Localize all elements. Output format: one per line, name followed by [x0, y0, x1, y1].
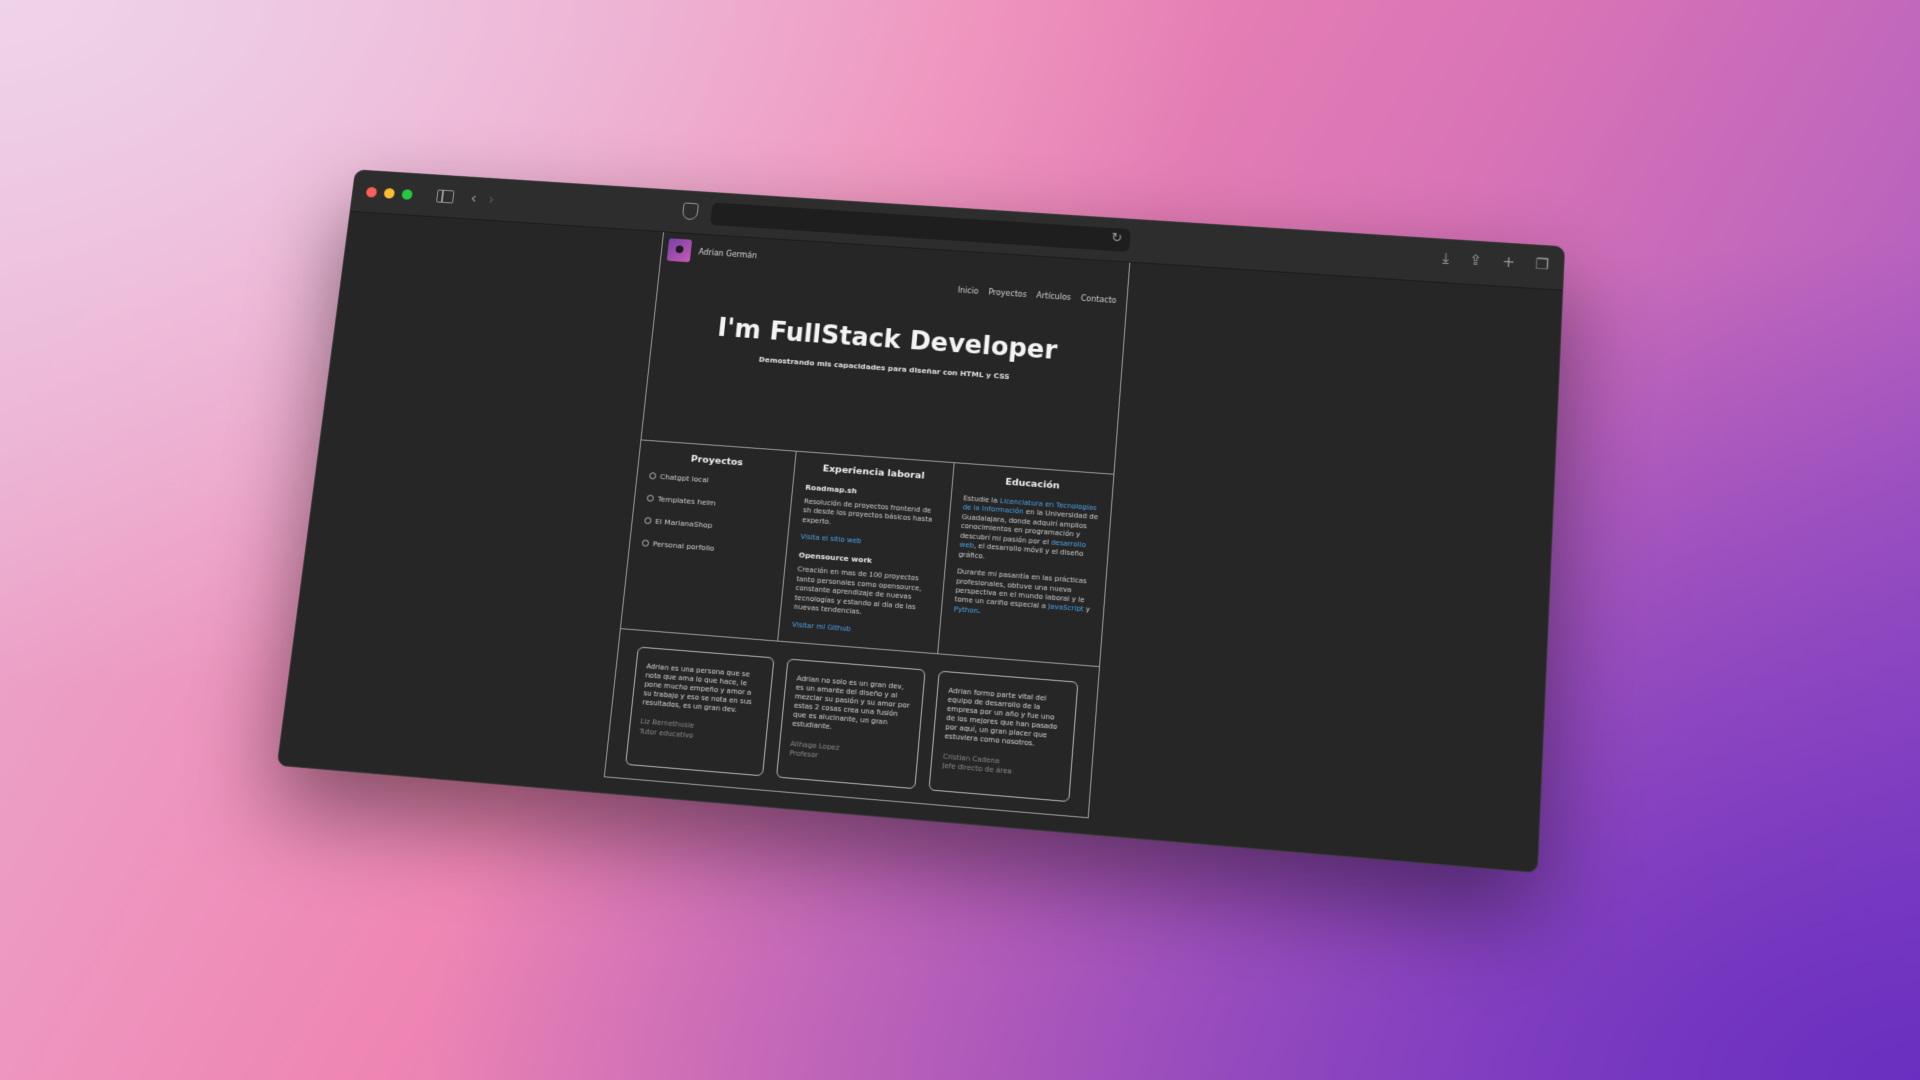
- download-icon[interactable]: ⤓: [1442, 251, 1449, 266]
- main-nav: Inicio Proyectos Artículos Contacto: [957, 286, 1116, 305]
- window-controls: [366, 186, 413, 199]
- projects-title: Proyectos: [651, 451, 783, 471]
- project-item[interactable]: Personal porfolio: [642, 538, 775, 557]
- new-tab-icon[interactable]: +: [1502, 255, 1515, 270]
- project-item[interactable]: Templates helm: [646, 494, 779, 513]
- project-item[interactable]: Chatgpt local: [649, 471, 781, 489]
- github-icon: [644, 517, 652, 524]
- back-icon[interactable]: ‹: [470, 191, 478, 206]
- project-item[interactable]: El MarianaShop: [644, 516, 777, 535]
- visit-github-link[interactable]: Visitar mi Github: [792, 620, 927, 639]
- github-icon: [647, 495, 655, 502]
- close-window-button[interactable]: [366, 186, 378, 197]
- testimonial-text: Adrian no solo es un gran dev, es un ama…: [792, 674, 914, 739]
- nav-link-articulos[interactable]: Artículos: [1036, 291, 1071, 302]
- minimize-window-button[interactable]: [384, 187, 396, 198]
- reload-icon[interactable]: ↻: [1111, 231, 1123, 246]
- share-icon[interactable]: ⇪: [1469, 253, 1482, 268]
- education-title: Educación: [964, 474, 1100, 495]
- browser-stage: ‹ › ↻ ⤓ ⇪ + ❐ Adrian Germán Inicio Proye…: [277, 169, 1563, 871]
- projects-section: Proyectos Chatgpt local Templates helm E…: [621, 440, 797, 640]
- nav-link-proyectos[interactable]: Proyectos: [988, 288, 1027, 299]
- job-description-roadmap: Resolución de proyectos frontend de sh d…: [802, 497, 938, 535]
- github-icon: [649, 472, 657, 479]
- toolbar-actions: ⤓ ⇪ + ❐: [1442, 251, 1549, 272]
- visit-website-link[interactable]: Visita el sitio web: [800, 533, 934, 551]
- maximize-window-button[interactable]: [401, 189, 413, 200]
- avatar: [667, 238, 692, 262]
- brand-name: Adrian Germán: [698, 247, 757, 259]
- testimonial-card: Adrian formo parte vital del equipo de d…: [929, 671, 1079, 803]
- site-header: Adrian Germán Inicio Proyectos Artículos…: [640, 232, 1130, 475]
- hero-title: I'm FullStack Developer: [653, 309, 1124, 370]
- python-link[interactable]: Python: [953, 605, 978, 615]
- sidebar-icon[interactable]: [436, 189, 455, 203]
- education-text: .: [978, 607, 981, 615]
- testimonial-card: Adrian es una persona que se nota que am…: [625, 646, 774, 776]
- nav-link-inicio[interactable]: Inicio: [957, 286, 979, 296]
- info-grid: Proyectos Chatgpt local Templates helm E…: [620, 440, 1115, 667]
- job-description-opensource: Creación en mas de 100 proyectos tanto p…: [793, 565, 931, 622]
- project-label: Templates helm: [657, 494, 716, 507]
- testimonial-card: Adrian no solo es un gran dev, es un ama…: [776, 658, 926, 789]
- forward-icon[interactable]: ›: [487, 192, 495, 207]
- nav-link-contacto[interactable]: Contacto: [1080, 294, 1116, 305]
- github-icon: [642, 539, 650, 546]
- project-label: El MarianaShop: [655, 517, 713, 530]
- brand[interactable]: Adrian Germán: [667, 238, 758, 266]
- education-paragraph-1: Estudie la Licenciatura en Tecnologías d…: [958, 494, 1099, 570]
- education-paragraph-2: Durante mi pasantía en las prácticas pro…: [953, 567, 1093, 625]
- shield-icon[interactable]: [682, 202, 699, 220]
- experience-section: Experiencia laboral Roadmap.sh Resolució…: [779, 452, 955, 654]
- testimonial-text: Adrian es una persona que se nota que am…: [642, 662, 762, 717]
- project-label: Chatgpt local: [660, 472, 710, 484]
- education-section: Educación Estudie la Licenciatura en Tec…: [938, 463, 1114, 666]
- testimonial-text: Adrian formo parte vital del equipo de d…: [944, 687, 1066, 752]
- experience-title: Experiencia laboral: [807, 462, 941, 482]
- project-label: Personal porfolio: [652, 539, 714, 553]
- javascript-link[interactable]: JavaScript: [1048, 603, 1084, 614]
- page-viewport: Adrian Germán Inicio Proyectos Artículos…: [278, 212, 1562, 872]
- education-text: y: [1083, 606, 1090, 615]
- tabs-overview-icon[interactable]: ❐: [1535, 257, 1549, 272]
- portfolio-page: Adrian Germán Inicio Proyectos Artículos…: [601, 232, 1130, 842]
- browser-window: ‹ › ↻ ⤓ ⇪ + ❐ Adrian Germán Inicio Proye…: [277, 169, 1565, 873]
